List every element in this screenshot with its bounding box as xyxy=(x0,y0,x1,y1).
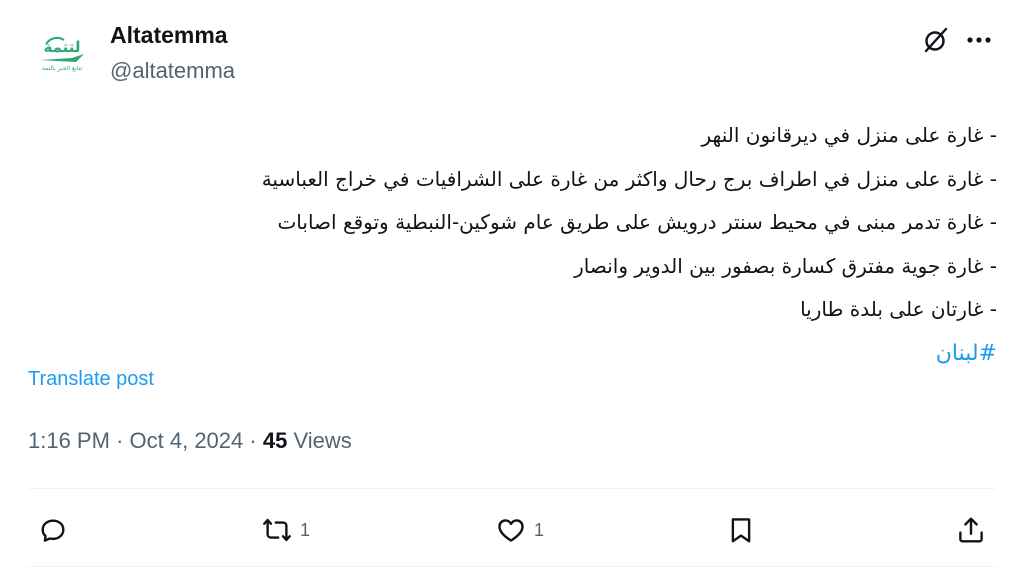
bookmark-icon xyxy=(731,518,751,543)
tweet-meta: 1:16 PM · Oct 4, 2024 · 45 Views xyxy=(28,428,352,454)
share-icon xyxy=(959,517,983,543)
repost-button[interactable]: 1 xyxy=(262,512,310,548)
tweet-card: لتتمة تتابع الخبر بالتمة Altatemma @alta… xyxy=(0,0,1024,570)
more-options-icon[interactable] xyxy=(962,28,996,52)
heart-icon xyxy=(498,519,524,542)
altatemma-logo-icon: لتتمة تتابع الخبر بالتمة xyxy=(40,36,84,72)
like-count: 1 xyxy=(534,519,545,540)
reply-icon xyxy=(41,519,65,542)
views-label: Views xyxy=(293,428,352,453)
tweet-line: - غارتان على بلدة طاريا xyxy=(800,297,997,321)
repost-count: 1 xyxy=(300,519,311,540)
user-handle[interactable]: @altatemma xyxy=(110,58,235,84)
views-count: 45 xyxy=(262,428,288,453)
share-button[interactable] xyxy=(956,512,986,548)
tweet-text: - غارة على منزل في ديرقانون النهر - غارة… xyxy=(97,114,997,375)
tweet-date[interactable]: Oct 4, 2024 xyxy=(130,428,244,453)
repost-icon xyxy=(263,518,291,542)
avatar-logo-subtext: تتابع الخبر بالتمة xyxy=(42,65,83,72)
translate-post-link[interactable]: Translate post xyxy=(28,368,154,391)
hashtag-link[interactable]: #لبنان xyxy=(936,341,997,366)
tweet-time[interactable]: 1:16 PM xyxy=(28,428,110,453)
like-button[interactable]: 1 xyxy=(496,512,544,548)
reply-button[interactable] xyxy=(38,512,76,548)
tweet-line: - غارة جوية مفترق كسارة بصفور بين الدوير… xyxy=(574,253,997,278)
avatar[interactable]: لتتمة تتابع الخبر بالتمة xyxy=(28,18,96,86)
bookmark-button[interactable] xyxy=(726,512,756,548)
tweet-line: - غارة على منزل في ديرقانون النهر xyxy=(701,123,997,147)
avatar-logo-text: لتتمة xyxy=(43,38,80,56)
divider xyxy=(28,488,996,489)
grok-icon[interactable] xyxy=(922,26,950,54)
divider xyxy=(28,566,996,567)
tweet-line: - غارة على منزل في اطراف برج رحال واكثر … xyxy=(261,166,997,191)
meta-separator: · xyxy=(249,428,257,453)
meta-separator: · xyxy=(116,428,124,453)
display-name[interactable]: Altatemma xyxy=(110,22,228,49)
tweet-line: - غارة تدمر مبنى في محيط سنتر درويش على … xyxy=(277,210,997,234)
